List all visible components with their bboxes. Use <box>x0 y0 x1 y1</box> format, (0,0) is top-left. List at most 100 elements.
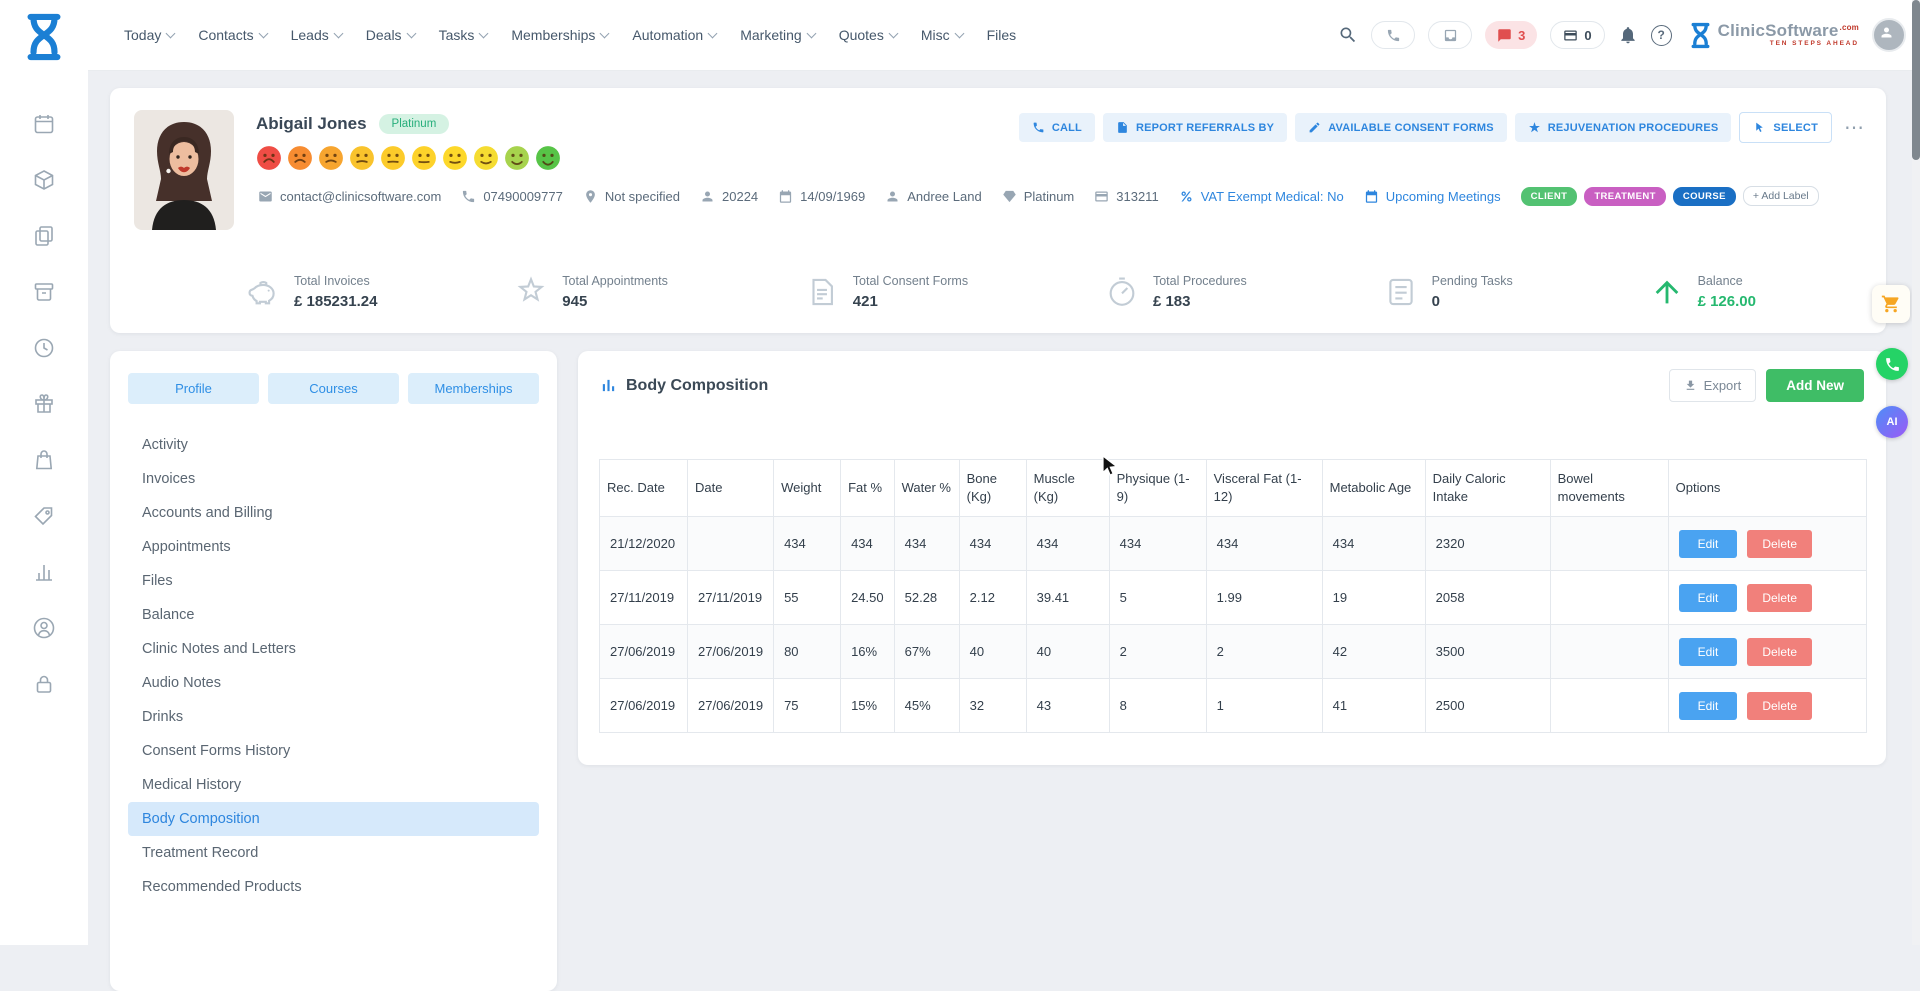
sidebar-item-consent-forms-history[interactable]: Consent Forms History <box>128 734 539 768</box>
nav-item-tasks[interactable]: Tasks <box>439 27 488 43</box>
add-new-button[interactable]: Add New <box>1766 369 1864 402</box>
select-button[interactable]: SELECT <box>1739 112 1832 143</box>
tab-courses[interactable]: Courses <box>268 373 399 404</box>
whatsapp-phone-icon <box>1884 356 1901 373</box>
mood-emoji-2[interactable] <box>287 145 313 171</box>
sidebar-item-appointments[interactable]: Appointments <box>128 530 539 564</box>
table-cell: 27/06/2019 <box>688 679 774 733</box>
pin-icon <box>583 189 598 204</box>
sidebar-item-activity[interactable]: Activity <box>128 428 539 462</box>
sidebar-item-balance[interactable]: Balance <box>128 598 539 632</box>
nav-item-leads[interactable]: Leads <box>291 27 342 43</box>
chat-button[interactable]: 3 <box>1485 21 1537 49</box>
scrollbar-thumb[interactable] <box>1912 0 1920 160</box>
nav-item-automation[interactable]: Automation <box>632 27 716 43</box>
rail-archive-button[interactable] <box>32 280 56 304</box>
rail-copy-button[interactable] <box>32 224 56 248</box>
nav-item-contacts[interactable]: Contacts <box>198 27 266 43</box>
edit-button[interactable]: Edit <box>1679 584 1738 612</box>
search-icon[interactable] <box>1338 25 1358 45</box>
mood-emoji-6[interactable] <box>411 145 437 171</box>
sidebar-item-recommended-products[interactable]: Recommended Products <box>128 870 539 904</box>
user-avatar[interactable] <box>1872 18 1906 52</box>
arrow-up-icon <box>1650 275 1684 309</box>
sidebar-item-files[interactable]: Files <box>128 564 539 598</box>
rail-calendar-button[interactable] <box>32 112 56 136</box>
patient-photo[interactable] <box>134 110 234 230</box>
rejuvenation-button[interactable]: REJUVENATION PROCEDURES <box>1515 113 1732 142</box>
star-icon <box>1528 121 1541 134</box>
diamond-icon <box>1002 189 1017 204</box>
mood-emoji-4[interactable] <box>349 145 375 171</box>
upcoming-meetings-link[interactable]: Upcoming Meetings <box>1364 189 1501 204</box>
nav-item-files[interactable]: Files <box>987 27 1017 43</box>
sidebar-item-invoices[interactable]: Invoices <box>128 462 539 496</box>
table-cell: 15% <box>841 679 895 733</box>
vat-exempt-link[interactable]: VAT Exempt Medical: No <box>1179 189 1344 204</box>
mood-emoji-3[interactable] <box>318 145 344 171</box>
rail-package-button[interactable] <box>32 168 56 192</box>
notifications-bell-icon[interactable] <box>1618 25 1638 45</box>
table-cell: 27/11/2019 <box>688 571 774 625</box>
phone-button[interactable] <box>1371 21 1415 49</box>
sidebar-item-medical-history[interactable]: Medical History <box>128 768 539 802</box>
rail-lock-button[interactable] <box>32 672 56 696</box>
inbox-button[interactable] <box>1428 21 1472 49</box>
brand-tagline: TEN STEPS AHEAD <box>1718 41 1859 48</box>
nav-item-marketing[interactable]: Marketing <box>740 27 814 43</box>
mood-emoji-9[interactable] <box>504 145 530 171</box>
nav-item-deals[interactable]: Deals <box>366 27 415 43</box>
rail-history-button[interactable] <box>32 336 56 360</box>
edit-button[interactable]: Edit <box>1679 530 1738 558</box>
history-icon <box>32 336 56 360</box>
app-logo[interactable] <box>20 8 68 66</box>
contact-field-person: 20224 <box>700 189 758 204</box>
nav-item-quotes[interactable]: Quotes <box>839 27 897 43</box>
mood-emoji-8[interactable] <box>473 145 499 171</box>
cart-widget-button[interactable] <box>1872 285 1910 323</box>
mood-emoji-1[interactable] <box>256 145 282 171</box>
col-header-metabolic-age: Metabolic Age <box>1322 460 1425 517</box>
delete-button[interactable]: Delete <box>1747 692 1812 720</box>
help-button[interactable]: ? <box>1651 25 1672 46</box>
nav-label: Files <box>987 27 1017 43</box>
delete-button[interactable]: Delete <box>1747 584 1812 612</box>
delete-button[interactable]: Delete <box>1747 530 1812 558</box>
nav-item-misc[interactable]: Misc <box>921 27 963 43</box>
tab-memberships[interactable]: Memberships <box>408 373 539 404</box>
sidebar-item-body-composition[interactable]: Body Composition <box>128 802 539 836</box>
whatsapp-widget-button[interactable] <box>1876 348 1908 380</box>
call-button[interactable]: CALL <box>1019 113 1095 142</box>
tab-profile[interactable]: Profile <box>128 373 259 404</box>
stats-row: Total Invoices£ 185231.24Total Appointme… <box>110 251 1886 333</box>
export-button[interactable]: Export <box>1669 369 1757 402</box>
delete-button[interactable]: Delete <box>1747 638 1812 666</box>
rail-tag-button[interactable] <box>32 504 56 528</box>
ai-assistant-button[interactable]: AI <box>1876 406 1908 438</box>
more-options-button[interactable]: ⋯ <box>1840 118 1868 138</box>
sidebar-item-clinic-notes-and-letters[interactable]: Clinic Notes and Letters <box>128 632 539 666</box>
sidebar-item-audio-notes[interactable]: Audio Notes <box>128 666 539 700</box>
rail-shopping-bag-button[interactable] <box>32 448 56 472</box>
edit-button[interactable]: Edit <box>1679 692 1738 720</box>
sidebar-item-drinks[interactable]: Drinks <box>128 700 539 734</box>
consent-forms-button[interactable]: AVAILABLE CONSENT FORMS <box>1295 113 1507 142</box>
sidebar-item-treatment-record[interactable]: Treatment Record <box>128 836 539 870</box>
nav-item-today[interactable]: Today <box>124 27 174 43</box>
stat-label: Total Consent Forms <box>853 274 968 288</box>
mood-emoji-7[interactable] <box>442 145 468 171</box>
table-cell: 434 <box>1026 517 1109 571</box>
table-cell: 5 <box>1109 571 1206 625</box>
edit-button[interactable]: Edit <box>1679 638 1738 666</box>
add-label-button[interactable]: + Add Label <box>1743 186 1819 206</box>
pos-button[interactable]: 0 <box>1550 21 1604 49</box>
nav-item-memberships[interactable]: Memberships <box>511 27 608 43</box>
rail-gift-button[interactable] <box>32 392 56 416</box>
mood-emoji-5[interactable] <box>380 145 406 171</box>
rail-bar-chart-button[interactable] <box>32 560 56 584</box>
report-referrals-button[interactable]: REPORT REFERRALS BY <box>1103 113 1287 142</box>
label-group: CLIENTTREATMENTCOURSE+ Add Label <box>1521 186 1819 206</box>
mood-emoji-10[interactable] <box>535 145 561 171</box>
sidebar-item-accounts-and-billing[interactable]: Accounts and Billing <box>128 496 539 530</box>
rail-support-button[interactable] <box>32 616 56 640</box>
